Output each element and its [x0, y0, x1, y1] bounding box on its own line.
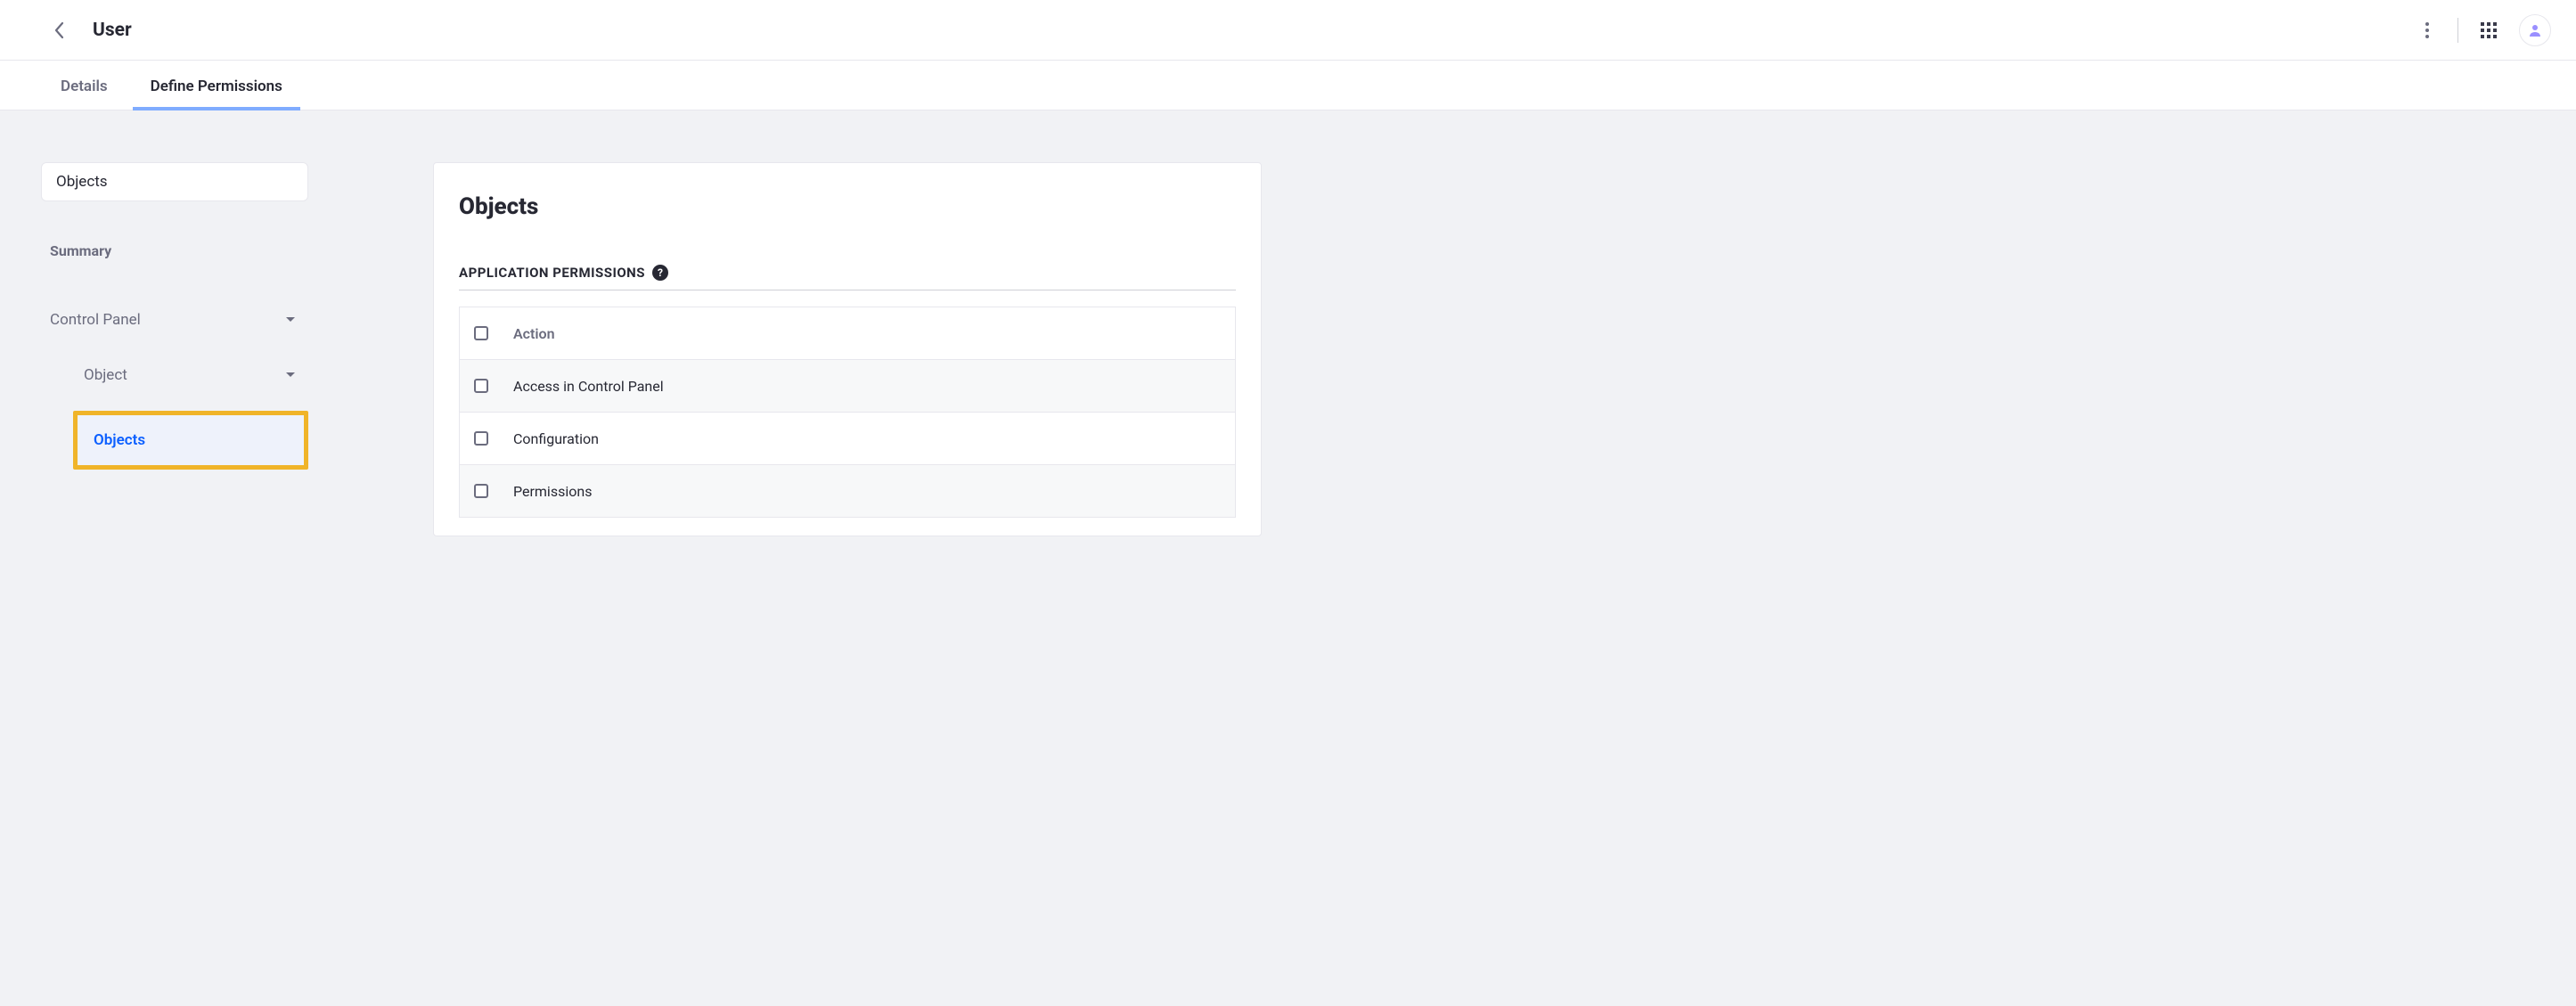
panel-title: Objects	[459, 193, 1236, 220]
help-icon[interactable]: ?	[652, 265, 668, 281]
chevron-left-icon	[53, 21, 64, 39]
user-avatar[interactable]	[2519, 14, 2551, 46]
tree-node-label: Object	[84, 366, 127, 384]
row-label: Configuration	[501, 414, 1235, 463]
kebab-menu-button[interactable]	[2413, 16, 2441, 45]
permissions-table: Action Access in Control Panel Configura…	[459, 307, 1236, 518]
tree-node-label: Control Panel	[50, 311, 141, 329]
row-checkbox[interactable]	[474, 431, 488, 446]
row-checkbox[interactable]	[474, 379, 488, 393]
tree-node-highlight: Objects	[73, 411, 308, 470]
tree-node-object[interactable]: Object	[41, 356, 308, 395]
page-title: User	[93, 20, 132, 41]
section-heading: APPLICATION PERMISSIONS	[459, 265, 645, 281]
tab-details[interactable]: Details	[57, 63, 111, 110]
back-button[interactable]	[46, 18, 71, 43]
tree-node-objects[interactable]: Objects	[78, 415, 304, 465]
caret-down-icon	[285, 372, 296, 379]
table-row: Configuration	[460, 413, 1235, 465]
search-input[interactable]: Objects	[41, 162, 308, 201]
tree-node-control-panel[interactable]: Control Panel	[41, 300, 308, 339]
row-label: Permissions	[501, 467, 1235, 516]
table-header-row: Action	[460, 307, 1235, 360]
apps-button[interactable]	[2474, 16, 2503, 45]
user-icon	[2528, 23, 2542, 37]
tab-define-permissions[interactable]: Define Permissions	[147, 63, 286, 110]
tab-bar: Details Define Permissions	[0, 61, 2576, 110]
table-row: Access in Control Panel	[460, 360, 1235, 413]
grid-icon	[2481, 22, 2497, 38]
caret-down-icon	[285, 316, 296, 323]
table-row: Permissions	[460, 465, 1235, 517]
row-label: Access in Control Panel	[501, 362, 1235, 411]
select-all-checkbox[interactable]	[474, 326, 488, 340]
column-header-action: Action	[501, 309, 1235, 358]
kebab-icon	[2425, 22, 2429, 38]
divider	[2457, 18, 2458, 43]
row-checkbox[interactable]	[474, 484, 488, 498]
summary-heading: Summary	[41, 242, 308, 259]
